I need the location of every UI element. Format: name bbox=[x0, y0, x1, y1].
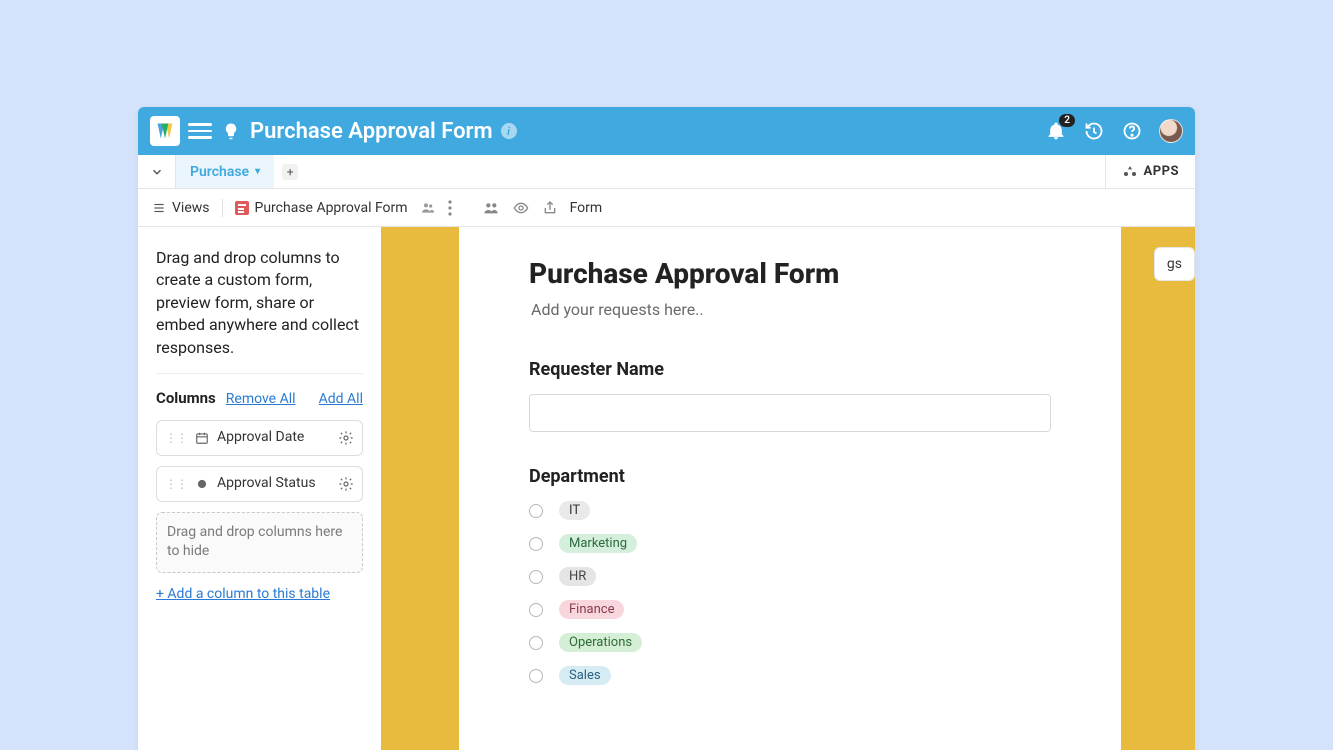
separator bbox=[222, 199, 223, 217]
sidebar: Drag and drop columns to create a custom… bbox=[138, 227, 381, 750]
department-pill: Finance bbox=[559, 600, 624, 619]
radio-button[interactable] bbox=[529, 504, 543, 518]
collaborators-icon[interactable] bbox=[420, 200, 436, 216]
help-icon[interactable] bbox=[1121, 120, 1143, 142]
form-view-icon bbox=[235, 201, 249, 215]
radio-button[interactable] bbox=[529, 636, 543, 650]
app-window: Purchase Approval Form i 2 Purchase ▾ + … bbox=[138, 107, 1195, 750]
columns-label: Columns bbox=[156, 388, 216, 409]
department-pill: IT bbox=[559, 501, 590, 520]
requester-name-input[interactable] bbox=[529, 394, 1051, 432]
hide-dropzone[interactable]: Drag and drop columns here to hide bbox=[156, 512, 363, 573]
avatar[interactable] bbox=[1159, 119, 1183, 143]
columns-header: Columns Remove All Add All bbox=[156, 388, 363, 410]
column-settings-icon[interactable] bbox=[338, 476, 354, 492]
department-pill: Sales bbox=[559, 666, 611, 685]
department-option[interactable]: Operations bbox=[529, 633, 1051, 652]
tab-label: Purchase bbox=[190, 164, 249, 180]
info-icon[interactable]: i bbox=[501, 123, 517, 139]
lightbulb-icon[interactable] bbox=[222, 122, 240, 140]
calendar-icon bbox=[195, 431, 209, 445]
hamburger-icon[interactable] bbox=[188, 119, 212, 143]
department-option[interactable]: Marketing bbox=[529, 534, 1051, 553]
radio-button[interactable] bbox=[529, 537, 543, 551]
views-label: Views bbox=[172, 200, 210, 216]
history-icon[interactable] bbox=[1083, 120, 1105, 142]
department-option[interactable]: HR bbox=[529, 567, 1051, 586]
apps-label: APPS bbox=[1144, 164, 1180, 179]
notification-badge: 2 bbox=[1059, 114, 1075, 127]
add-all-link[interactable]: Add All bbox=[319, 390, 363, 410]
column-settings-icon[interactable] bbox=[338, 430, 354, 446]
form-subtitle: Add your requests here.. bbox=[529, 300, 1051, 319]
department-option[interactable]: Sales bbox=[529, 666, 1051, 685]
share-people-icon[interactable] bbox=[482, 200, 500, 216]
settings-chip[interactable]: gs bbox=[1154, 247, 1195, 281]
add-column-link[interactable]: + Add a column to this table bbox=[156, 585, 363, 605]
visibility-icon[interactable] bbox=[512, 200, 530, 216]
department-pill: HR bbox=[559, 567, 596, 586]
department-option[interactable]: Finance bbox=[529, 600, 1051, 619]
tabbar: Purchase ▾ + APPS bbox=[138, 155, 1195, 189]
viewbar: Views Purchase Approval Form Form bbox=[138, 189, 1195, 227]
chevron-down-icon: ▾ bbox=[255, 166, 260, 177]
current-view[interactable]: Purchase Approval Form bbox=[235, 200, 408, 216]
drag-handle-icon[interactable]: ⋮⋮ bbox=[165, 432, 187, 444]
column-item[interactable]: ⋮⋮ Approval Date bbox=[156, 420, 363, 456]
views-menu[interactable]: Views bbox=[152, 200, 210, 216]
drag-handle-icon[interactable]: ⋮⋮ bbox=[165, 478, 187, 490]
requester-name-label: Requester Name bbox=[529, 359, 1051, 380]
department-option[interactable]: IT bbox=[529, 501, 1051, 520]
tab-collapse-toggle[interactable] bbox=[138, 155, 176, 188]
radio-button[interactable] bbox=[529, 669, 543, 683]
column-item[interactable]: ⋮⋮ Approval Status bbox=[156, 466, 363, 502]
tab-add-area: + bbox=[274, 155, 306, 188]
form-card: Purchase Approval Form Add your requests… bbox=[459, 227, 1121, 750]
apps-button[interactable]: APPS bbox=[1105, 155, 1196, 188]
radio-button[interactable] bbox=[529, 603, 543, 617]
department-label: Department bbox=[529, 466, 1051, 487]
content: Drag and drop columns to create a custom… bbox=[138, 227, 1195, 750]
export-icon[interactable] bbox=[542, 200, 558, 216]
tab-purchase[interactable]: Purchase ▾ bbox=[176, 155, 274, 188]
form-label-item[interactable]: Form bbox=[570, 200, 603, 216]
radio-button[interactable] bbox=[529, 570, 543, 584]
notifications-icon[interactable]: 2 bbox=[1045, 120, 1067, 142]
form-canvas: gs Purchase Approval Form Add your reque… bbox=[381, 227, 1195, 750]
current-view-label: Purchase Approval Form bbox=[255, 200, 408, 216]
app-logo[interactable] bbox=[150, 116, 180, 146]
form-title: Purchase Approval Form bbox=[529, 257, 1051, 290]
department-pill: Operations bbox=[559, 633, 642, 652]
form-label: Form bbox=[570, 200, 603, 216]
department-pill: Marketing bbox=[559, 534, 637, 553]
add-tab-button[interactable]: + bbox=[282, 164, 298, 180]
remove-all-link[interactable]: Remove All bbox=[226, 390, 296, 410]
column-label: Approval Date bbox=[217, 428, 330, 448]
titlebar: Purchase Approval Form i 2 bbox=[138, 107, 1195, 155]
status-icon bbox=[195, 477, 209, 491]
sidebar-intro: Drag and drop columns to create a custom… bbox=[156, 247, 363, 374]
more-icon[interactable] bbox=[448, 200, 452, 216]
page-title: Purchase Approval Form bbox=[250, 119, 493, 144]
column-label: Approval Status bbox=[217, 474, 330, 494]
